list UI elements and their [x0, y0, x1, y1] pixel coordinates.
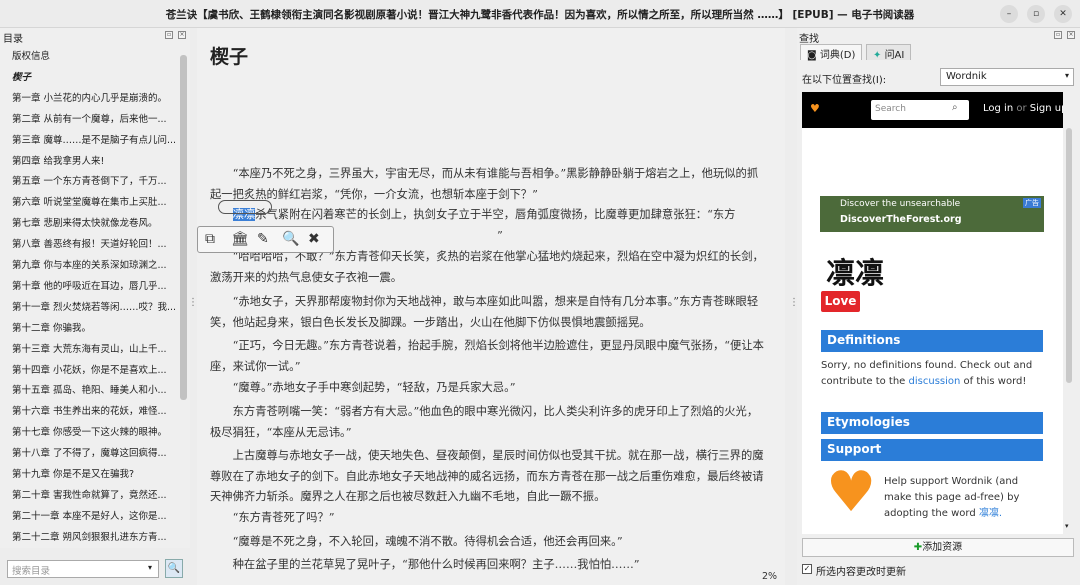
toc-item[interactable]: 第二十二章 朔风剑狠狠扎进东方青... — [12, 529, 180, 543]
toc-item[interactable]: 第十七章 你感受一下这火辣的眼神。 — [12, 424, 180, 438]
toc-item[interactable]: 第五章 一个东方青苍倒下了，千万... — [12, 173, 180, 187]
auto-update-checkbox[interactable]: ✓ — [802, 564, 812, 574]
toc-item[interactable]: 第八章 善恶终有报！天道好轮回！... — [12, 236, 180, 250]
dropdown-chevron-icon[interactable]: ▾ — [148, 563, 152, 572]
reading-progress: 2% — [762, 571, 778, 582]
etymologies-header: Etymologies — [821, 412, 1043, 434]
definitions-text: Sorry, no definitions found. Check out a… — [821, 360, 1033, 387]
book-icon: ◙ — [807, 50, 820, 61]
definitions-header: Definitions — [821, 330, 1043, 352]
copy-icon[interactable]: ⧉ — [205, 231, 215, 247]
toc-item[interactable]: 第十八章 了不得了，魔尊这回疯得... — [12, 445, 180, 459]
toc-item[interactable]: 第十二章 你骗我。 — [12, 320, 180, 334]
toc-item[interactable]: 第三章 魔尊……是不是脑子有点儿问... — [12, 132, 180, 146]
paragraph: “哈哈哈哈，不敢？”东方青苍仰天长笑，炙热的岩浆在他掌心猛地灼烧起来，烈焰在空中… — [210, 250, 764, 284]
close-window-button[interactable]: ✕ — [1054, 5, 1072, 23]
toc-item[interactable]: 第九章 你与本座的关系深如琼渊之... — [12, 257, 180, 271]
paragraph: 东方青苍咧嘴一笑：“弱者方有大忌。”他血色的眼中寒光微闪，比人类尖利许多的虎牙印… — [210, 405, 759, 439]
close-icon[interactable]: × — [178, 31, 186, 39]
location-label: 在以下位置查找(I): — [802, 75, 887, 86]
lookup-title: 查找 — [799, 34, 819, 45]
toc-item[interactable]: 楔子 — [12, 69, 180, 83]
search-icon[interactable]: 🔍 — [282, 231, 299, 247]
toc-item[interactable]: 版权信息 — [12, 48, 180, 62]
toc-item[interactable]: 第十九章 你是不是又在骗我? — [12, 466, 180, 480]
close-icon[interactable]: × — [1067, 31, 1075, 39]
paragraph: 上古魔尊与赤地女子一战，使天地失色、昼夜颠倒，星辰时间仿似也受其干扰。就在那一战… — [210, 449, 764, 503]
location-select[interactable]: Wordnik ▾ — [940, 68, 1074, 86]
toc-scrollbar[interactable] — [180, 55, 187, 400]
paragraph-rest: 杀气紧附在闪着寒芒的长剑上，执剑女子立于半空，唇角弧度微扬，比魔尊更加肆意张狂：… — [255, 208, 736, 221]
toc-item[interactable]: 第十四章 小花妖，你是不是喜欢上... — [12, 362, 180, 376]
float-icon[interactable]: ▫ — [165, 31, 173, 39]
selection-popup: ⧉ 🏛 ✎ 🔍 ✖ — [197, 226, 334, 253]
toc-item[interactable]: 第一章 小兰花的内心几乎是崩溃的。 — [12, 90, 180, 104]
scroll-down-icon[interactable]: ▾ — [1065, 522, 1069, 530]
close-icon[interactable]: ✖ — [308, 231, 320, 247]
minimize-button[interactable]: – — [1000, 5, 1018, 23]
toc-item[interactable]: 第七章 悲剧来得太快就像龙卷风。 — [12, 215, 180, 229]
paragraph: “本座乃不死之身，三界虽大，宇宙无尽，而从未有谁能与吾相争。”黑影静静卧躺于熔岩… — [210, 167, 759, 201]
support-header: Support — [821, 439, 1043, 461]
reader-view[interactable]: 楔子 “本座乃不死之身，三界虽大，宇宙无尽，而从未有谁能与吾相争。”黑影静静卧躺… — [197, 28, 785, 585]
paragraph: “魔尊是不死之身，不入轮回，魂魄不消不散。待得机会合适，他还会再回来。” — [232, 535, 623, 548]
ad-tag: 广告 — [1023, 198, 1041, 208]
tab-ask-ai[interactable]: ✦ 问AI — [866, 44, 912, 61]
toc-title: 目录 — [3, 34, 23, 45]
ad-banner[interactable]: Discover the unsearchable DiscoverTheFor… — [820, 196, 1044, 232]
paragraph: 种在盆子里的兰花草晃了晃叶子，“那他什么时候再回来啊？主子……我怕怕……” — [232, 558, 640, 571]
heart-icon: ♥ — [826, 460, 877, 525]
window-title: 苍兰诀【虞书欣、王鹤棣领衔主演同名影视剧原著小说！晋江大神九鹭非香代表作品！因为… — [165, 9, 915, 21]
auto-update-label: 所选内容更改时更新 — [816, 567, 906, 578]
toc-search-input[interactable]: 搜索目录 — [7, 560, 159, 578]
toc-item[interactable]: 第十一章 烈火焚烧若等闲……哎？我... — [12, 299, 180, 313]
pen-icon[interactable]: ✎ — [257, 231, 269, 247]
love-button[interactable]: Love — [821, 291, 860, 312]
looked-up-word: 凛凛 — [826, 256, 885, 290]
toc-item[interactable]: 第四章 给我拿男人来! — [12, 153, 180, 167]
discussion-link[interactable]: discussion — [909, 376, 961, 387]
toc-item[interactable]: 第二十章 害我性命就算了，竟然还... — [12, 487, 180, 501]
add-source-button[interactable]: ✚添加资源 — [802, 538, 1074, 557]
toc-panel: 目录 ▫ × 版权信息楔子第一章 小兰花的内心几乎是崩溃的。 第二章 从前有一个魔… — [0, 28, 190, 548]
tab-dictionary[interactable]: ◙ 词典(D) — [800, 44, 863, 61]
sparkle-icon: ✦ — [873, 50, 885, 61]
maximize-button[interactable]: ▫ — [1027, 5, 1045, 23]
toc-item[interactable]: 第十章 他的呼吸近在耳边，唇几乎... — [12, 278, 180, 292]
paragraph: 凛凛杀气紧附在闪着寒芒的长剑上，执剑女子立于半空，唇角弧度微扬，比魔尊更加肆意张… — [210, 205, 768, 226]
float-icon[interactable]: ▫ — [1054, 31, 1062, 39]
paragraph-fragment: ” — [497, 229, 503, 242]
signup-link[interactable]: Sign up — [1030, 103, 1063, 114]
wordnik-webview[interactable]: ♥ Search ⌕ Log in or Sign up Discover th… — [802, 92, 1063, 534]
heart-logo-icon[interactable]: ♥ — [810, 102, 820, 115]
toc-item[interactable]: 第二十一章 本座不是好人，这你是... — [12, 508, 180, 522]
paragraph: “赤地女子，天界那帮废物封你为天地战神，敢与本座如此叫嚣，想来是自恃有几分本事。… — [210, 295, 759, 329]
login-link[interactable]: Log in — [983, 103, 1013, 114]
support-text: Help support Wordnik (and make this page… — [884, 476, 1020, 519]
toc-item[interactable]: 第十六章 书生养出来的花妖，难怪... — [12, 403, 180, 417]
toc-item[interactable]: 第十三章 大荒东海有灵山，山上千... — [12, 341, 180, 355]
wordnik-header: ♥ Search ⌕ Log in or Sign up — [802, 92, 1063, 128]
plus-icon: ✚ — [913, 542, 923, 553]
window-titlebar: 苍兰诀【虞书欣、王鹤棣领衔主演同名影视剧原著小说！晋江大神九鹭非香代表作品！因为… — [0, 0, 1080, 28]
adopt-word-link[interactable]: 凛凛. — [979, 508, 1002, 519]
webview-scrollbar[interactable] — [1066, 128, 1072, 383]
toc-item[interactable]: 第十五章 孤岛、艳阳、睡美人和小... — [12, 382, 180, 396]
search-icon[interactable]: ⌕ — [952, 102, 958, 113]
login-links: Log in or Sign up — [983, 103, 1063, 114]
paragraph: “魔尊。”赤地女子手中寒剑起势，“轻敌，乃是兵家大忌。” — [232, 381, 516, 394]
chevron-down-icon: ▾ — [1064, 71, 1069, 80]
toc-search-button[interactable]: 🔍 — [165, 559, 183, 578]
selection-handle[interactable] — [218, 200, 272, 214]
paragraph: “正巧，今日无趣。”东方青苍说着，抬起手腕，烈焰长剑将他半边脸遮住，更显丹凤眼中… — [210, 339, 764, 373]
toc-item[interactable]: 第六章 听说堂堂魔尊在集市上买肚... — [12, 194, 180, 208]
library-icon[interactable]: 🏛 — [231, 231, 249, 247]
chapter-title: 楔子 — [210, 46, 249, 68]
toc-item[interactable]: 第二章 从前有一个魔尊，后来他一... — [12, 111, 180, 125]
paragraph: “东方青苍死了吗？” — [232, 511, 335, 524]
